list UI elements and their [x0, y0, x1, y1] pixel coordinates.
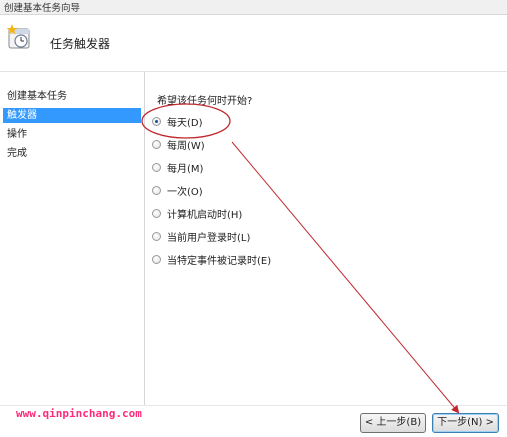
radio-button[interactable]: [152, 116, 161, 126]
radio-monthly[interactable]: 每月(M): [152, 160, 203, 175]
radio-on-event[interactable]: 当特定事件被记录时(E): [152, 252, 271, 267]
radio-label[interactable]: 每周(W): [167, 137, 205, 152]
radio-label[interactable]: 当前用户登录时(L): [167, 229, 250, 244]
sidebar-divider: [144, 72, 145, 406]
radio-label[interactable]: 当特定事件被记录时(E): [167, 252, 271, 267]
radio-button[interactable]: [152, 208, 161, 218]
radio-once[interactable]: 一次(O): [152, 183, 203, 198]
radio-button[interactable]: [152, 162, 161, 172]
sidebar-item-finish[interactable]: 完成: [3, 146, 141, 161]
next-button[interactable]: 下一步(N) >: [432, 413, 499, 433]
annotation-arrow: [231, 141, 460, 414]
radio-at-startup[interactable]: 计算机启动时(H): [152, 206, 242, 221]
radio-label[interactable]: 每月(M): [167, 160, 203, 175]
sidebar-item-action[interactable]: 操作: [3, 127, 141, 142]
radio-label[interactable]: 一次(O): [167, 183, 203, 198]
radio-button[interactable]: [152, 231, 161, 241]
radio-button[interactable]: [152, 139, 161, 149]
sidebar-item-label: 完成: [7, 148, 27, 159]
wizard-steps-sidebar: 创建基本任务 触发器 操作 完成: [0, 72, 144, 437]
sidebar-item-trigger[interactable]: 触发器: [3, 108, 141, 123]
page-title: 任务触发器: [50, 37, 111, 51]
radio-weekly[interactable]: 每周(W): [152, 137, 205, 152]
radio-button[interactable]: [152, 185, 161, 195]
wizard-header: 任务触发器: [0, 15, 507, 72]
radio-daily[interactable]: 每天(D): [152, 114, 203, 129]
sidebar-item-label: 触发器: [7, 110, 37, 121]
back-button[interactable]: < 上一步(B): [360, 413, 426, 433]
radio-at-logon[interactable]: 当前用户登录时(L): [152, 229, 250, 244]
sidebar-item-label: 操作: [7, 129, 27, 140]
radio-label[interactable]: 每天(D): [167, 114, 203, 129]
calendar-clock-icon: [6, 24, 30, 49]
radio-button[interactable]: [152, 254, 161, 264]
radio-label[interactable]: 计算机启动时(H): [167, 206, 242, 221]
footer-divider: [0, 405, 507, 406]
watermark-text: www.qinpinchang.com: [16, 407, 142, 420]
sidebar-item-label: 创建基本任务: [7, 91, 67, 102]
sidebar-item-create-basic-task[interactable]: 创建基本任务: [3, 89, 141, 104]
title-bar: 创建基本任务向导: [0, 0, 507, 15]
window-title: 创建基本任务向导: [4, 3, 81, 14]
trigger-question: 希望该任务何时开始?: [157, 96, 253, 107]
